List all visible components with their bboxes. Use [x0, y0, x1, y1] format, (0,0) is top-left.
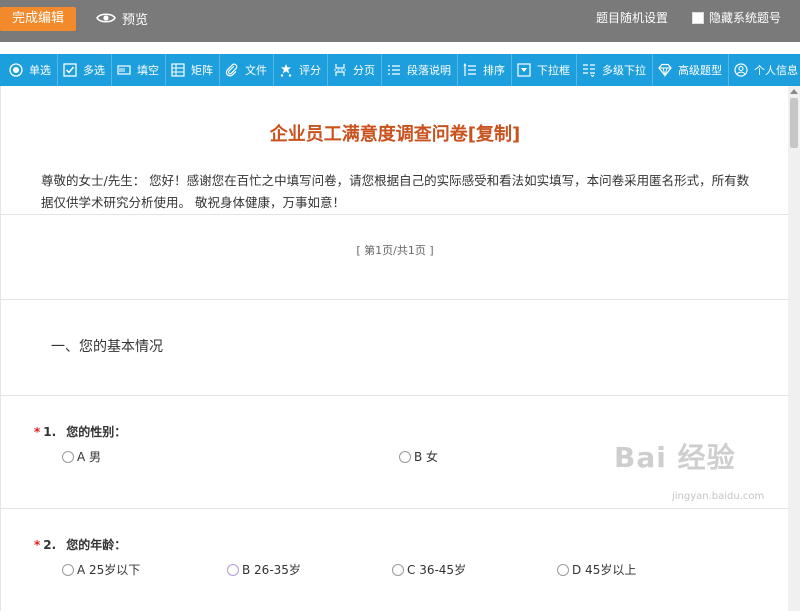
eye-icon: [96, 13, 116, 23]
advanced-icon: [657, 62, 673, 78]
preview-label: 预览: [122, 12, 149, 28]
tool-matrix[interactable]: 矩阵: [166, 54, 220, 86]
option-label: C 36-45岁: [407, 563, 467, 577]
sort-icon: [462, 62, 478, 78]
tool-multilevel-dropdown[interactable]: 多级下拉: [577, 54, 653, 86]
option-radio[interactable]: C 36-45岁: [392, 561, 466, 578]
option-label: B 26-35岁: [242, 563, 301, 577]
tool-file[interactable]: 文件: [220, 54, 274, 86]
required-star: *: [34, 538, 41, 552]
tool-page-break[interactable]: 分页: [328, 54, 382, 86]
tool-paragraph[interactable]: 段落说明: [382, 54, 458, 86]
option-radio[interactable]: B 女: [399, 448, 438, 465]
tool-advanced[interactable]: 高级题型: [653, 54, 729, 86]
hide-question-number-checkbox[interactable]: 隐藏系统题号: [692, 9, 781, 26]
vertical-scrollbar[interactable]: [788, 86, 800, 611]
page-break-icon: [332, 62, 348, 78]
option-label: A 男: [77, 450, 102, 464]
tool-label: 填空: [137, 64, 159, 77]
option-radio[interactable]: A 25岁以下: [62, 561, 140, 578]
radio-circle-icon: [557, 563, 569, 576]
radio-circle-icon: [62, 563, 74, 576]
divider: [1, 214, 788, 215]
radio-icon: [8, 62, 24, 78]
survey-canvas: 企业员工满意度调查问卷[复制] 尊敬的女士/先生： 您好！感谢您在百忙之中填写问…: [0, 86, 788, 611]
tool-rating[interactable]: 评分: [274, 54, 328, 86]
finish-edit-button[interactable]: 完成编辑: [0, 7, 76, 31]
radio-circle-icon: [62, 450, 74, 463]
tool-label: 单选: [29, 64, 51, 77]
option-label: D 45岁以上: [572, 563, 637, 577]
random-questions-setting-link[interactable]: 题目随机设置: [596, 9, 668, 26]
radio-circle-icon: [392, 563, 404, 576]
tool-dropdown[interactable]: 下拉框: [512, 54, 577, 86]
scroll-up-arrow-icon[interactable]: [790, 89, 798, 94]
tool-personal-info[interactable]: 个人信息: [729, 54, 800, 86]
option-radio[interactable]: B 26-35岁: [227, 561, 301, 578]
option-label: A 25岁以下: [77, 563, 141, 577]
fill-blank-icon: [116, 62, 132, 78]
option-radio[interactable]: A 男: [62, 448, 101, 465]
tool-label: 分页: [353, 64, 375, 77]
scrollbar-thumb[interactable]: [790, 98, 798, 148]
section-heading[interactable]: 一、您的基本情况: [51, 336, 163, 356]
page-info: [ 第1页/共1页 ]: [356, 244, 434, 257]
divider: [1, 299, 788, 300]
question-type-toolbar: 单选 多选 填空 矩阵 文件 评分 分页 段落说明 排序 下拉框 多级下拉 高级…: [0, 54, 800, 86]
tool-fill-blank[interactable]: 填空: [112, 54, 166, 86]
dropdown-icon: [516, 62, 532, 78]
tool-label: 段落说明: [407, 64, 451, 77]
tool-label: 排序: [483, 64, 505, 77]
paragraph-icon: [386, 62, 402, 78]
question-text: 您的年龄：: [66, 538, 127, 552]
question-text: 您的性别：: [66, 425, 127, 439]
tool-label: 文件: [245, 64, 267, 77]
watermark-url: jingyan.baidu.com: [672, 491, 765, 502]
tool-sort[interactable]: 排序: [458, 54, 512, 86]
question-number: 1.: [43, 425, 57, 439]
radio-circle-icon: [399, 450, 411, 463]
radio-circle-icon: [227, 563, 239, 576]
option-radio[interactable]: D 45岁以上: [557, 561, 636, 578]
question-1-title[interactable]: * 1. 您的性别：: [34, 423, 126, 440]
paperclip-icon: [224, 62, 240, 78]
survey-intro[interactable]: 尊敬的女士/先生： 您好！感谢您在百忙之中填写问卷，请您根据自己的实际感受和看法…: [41, 170, 753, 214]
required-star: *: [34, 425, 41, 439]
tool-multiple-choice[interactable]: 多选: [58, 54, 112, 86]
baidu-jingyan-watermark: Bai 经验: [614, 441, 736, 474]
matrix-icon: [170, 62, 186, 78]
checkbox-icon: [692, 11, 704, 24]
tool-label: 评分: [299, 64, 321, 77]
hide-question-number-label: 隐藏系统题号: [709, 11, 782, 25]
top-bar: 完成编辑 预览 题目随机设置 隐藏系统题号: [0, 0, 800, 42]
question-2-title[interactable]: * 2. 您的年龄：: [34, 536, 126, 553]
tool-label: 多级下拉: [602, 64, 646, 77]
survey-title[interactable]: 企业员工满意度调查问卷[复制]: [1, 120, 788, 146]
question-number: 2.: [43, 538, 57, 552]
divider: [1, 508, 788, 509]
option-label: B 女: [414, 450, 439, 464]
tool-single-choice[interactable]: 单选: [4, 54, 58, 86]
tool-label: 个人信息: [754, 64, 798, 77]
checkbox-icon: [62, 62, 78, 78]
divider: [1, 395, 788, 396]
tool-label: 高级题型: [678, 64, 722, 77]
tool-label: 矩阵: [191, 64, 213, 77]
tool-label: 下拉框: [537, 64, 570, 77]
multilevel-dropdown-icon: [581, 62, 597, 78]
tool-label: 多选: [83, 64, 105, 77]
person-icon: [733, 62, 749, 78]
preview-button[interactable]: 预览: [96, 8, 148, 28]
rating-icon: [278, 62, 294, 78]
